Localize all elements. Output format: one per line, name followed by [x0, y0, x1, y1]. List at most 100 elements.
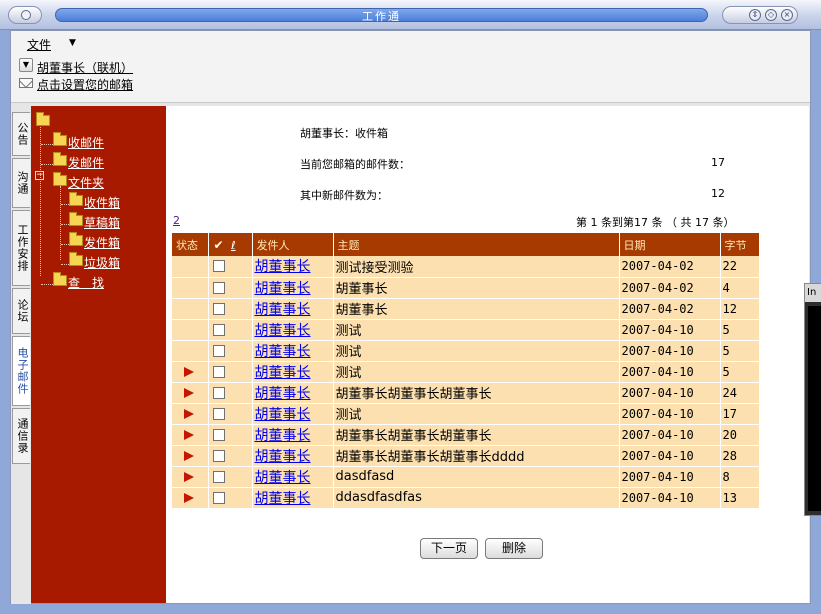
- row-checkbox[interactable]: [212, 491, 225, 504]
- sender-cell[interactable]: 胡董事长: [252, 382, 334, 404]
- subject-cell[interactable]: 测试: [333, 319, 620, 341]
- close-icon[interactable]: ×: [781, 9, 793, 21]
- subject-cell[interactable]: 胡董事长: [333, 277, 620, 299]
- shade-icon[interactable]: ⇕: [749, 9, 761, 21]
- sender-cell[interactable]: 胡董事长: [252, 424, 334, 446]
- menu-bar: 文件 ▼ ▼ 胡董事长（联机） 点击设置您的邮箱: [11, 31, 810, 103]
- tree-label[interactable]: 收邮件: [68, 134, 104, 151]
- tree-label[interactable]: 文件夹: [68, 174, 104, 191]
- sender-cell[interactable]: 胡董事长: [252, 487, 334, 509]
- tab-contacts[interactable]: 通信录: [12, 408, 30, 464]
- tab-forum[interactable]: 论坛: [12, 288, 30, 334]
- next-page-button[interactable]: 下一页: [420, 538, 478, 559]
- tree-label[interactable]: 草稿箱: [84, 214, 120, 231]
- table-row[interactable]: 胡董事长 测试 2007-04-10 5: [172, 340, 760, 362]
- status-cell: [172, 256, 209, 278]
- table-row[interactable]: 胡董事长 测试 2007-04-10 5: [172, 319, 760, 341]
- date-cell: 2007-04-10: [619, 403, 721, 425]
- folder-icon: [53, 272, 67, 286]
- tree-line: [61, 204, 69, 205]
- subject-cell[interactable]: 胡董事长: [333, 298, 620, 320]
- mail-count-value: 17: [711, 156, 725, 169]
- tab-work-schedule[interactable]: 工作安排: [12, 210, 30, 286]
- date-cell: 2007-04-10: [619, 445, 721, 467]
- table-row[interactable]: 胡董事长 dasdfasd 2007-04-10 8: [172, 466, 760, 488]
- background-window-title[interactable]: In: [805, 284, 821, 302]
- subject-cell[interactable]: 测试接受测验: [333, 256, 620, 278]
- sender-cell[interactable]: 胡董事长: [252, 319, 334, 341]
- window-menu-button[interactable]: [8, 6, 42, 24]
- tree-label[interactable]: 垃圾箱: [84, 254, 120, 271]
- subject-cell[interactable]: 测试: [333, 340, 620, 362]
- subject-cell[interactable]: 测试: [333, 361, 620, 383]
- table-row[interactable]: 胡董事长 测试 2007-04-10 17: [172, 403, 760, 425]
- column-date[interactable]: 日期: [619, 233, 721, 256]
- mailbox-title: 胡董事长：收件箱: [300, 127, 388, 140]
- row-checkbox[interactable]: [212, 449, 225, 462]
- row-checkbox[interactable]: [212, 386, 225, 399]
- row-checkbox[interactable]: [212, 323, 225, 336]
- row-checkbox[interactable]: [212, 365, 225, 378]
- user-name[interactable]: 胡董事长（联机）: [37, 59, 133, 76]
- subject-cell[interactable]: 胡董事长胡董事长胡董事长: [333, 424, 620, 446]
- row-checkbox[interactable]: [212, 302, 225, 315]
- tab-communication[interactable]: 沟通: [12, 158, 30, 208]
- sender-cell[interactable]: 胡董事长: [252, 403, 334, 425]
- row-checkbox[interactable]: [212, 260, 225, 273]
- tab-email[interactable]: 电子邮件: [12, 336, 30, 406]
- maximize-icon[interactable]: ◇: [765, 9, 777, 21]
- table-row[interactable]: 胡董事长 胡董事长胡董事长胡董事长 2007-04-10 24: [172, 382, 760, 404]
- subject-cell[interactable]: 胡董事长胡董事长胡董事长dddd: [333, 445, 620, 467]
- size-cell: 22: [720, 256, 760, 278]
- dropdown-icon[interactable]: ▼: [19, 58, 33, 72]
- table-row[interactable]: 胡董事长 胡董事长 2007-04-02 4: [172, 277, 760, 299]
- mail-setup-link[interactable]: 点击设置您的邮箱: [37, 76, 133, 93]
- collapse-icon[interactable]: −: [35, 171, 44, 180]
- tree-label[interactable]: 查 找: [68, 274, 104, 291]
- chevron-down-icon[interactable]: ▼: [69, 38, 76, 48]
- column-size[interactable]: 字节: [720, 233, 760, 256]
- table-row[interactable]: 胡董事长 测试接受测验 2007-04-02 22: [172, 256, 760, 278]
- column-sender[interactable]: 发件人: [252, 233, 334, 256]
- subject-cell[interactable]: dasdfasd: [333, 466, 620, 488]
- folder-icon: [36, 112, 50, 126]
- sender-cell[interactable]: 胡董事长: [252, 298, 334, 320]
- tree-line: [40, 124, 41, 276]
- table-row[interactable]: 胡董事长 胡董事长胡董事长胡董事长dddd 2007-04-10 28: [172, 445, 760, 467]
- date-cell: 2007-04-10: [619, 382, 721, 404]
- page-link[interactable]: 2: [173, 214, 180, 227]
- sender-cell[interactable]: 胡董事长: [252, 466, 334, 488]
- subject-cell[interactable]: 胡董事长胡董事长胡董事长: [333, 382, 620, 404]
- table-row[interactable]: 胡董事长 测试 2007-04-10 5: [172, 361, 760, 383]
- delete-button[interactable]: 删除: [485, 538, 543, 559]
- date-cell: 2007-04-10: [619, 487, 721, 509]
- tree-line: [61, 224, 69, 225]
- row-checkbox[interactable]: [212, 281, 225, 294]
- file-menu[interactable]: 文件: [27, 36, 51, 53]
- tree-label[interactable]: 发件箱: [84, 234, 120, 251]
- row-checkbox[interactable]: [212, 407, 225, 420]
- circle-icon: [21, 10, 31, 20]
- select-cell: [208, 319, 253, 341]
- sender-cell[interactable]: 胡董事长: [252, 361, 334, 383]
- column-subject[interactable]: 主题: [333, 233, 620, 256]
- window-title: 工作通: [362, 10, 401, 23]
- tab-announcement[interactable]: 公告: [12, 112, 30, 156]
- sender-cell[interactable]: 胡董事长: [252, 340, 334, 362]
- tree-label[interactable]: 发邮件: [68, 154, 104, 171]
- subject-cell[interactable]: 测试: [333, 403, 620, 425]
- tree-label[interactable]: 收件箱: [84, 194, 120, 211]
- check-icon[interactable]: ✔: [214, 238, 224, 252]
- table-row[interactable]: 胡董事长 ddasdfasdfas 2007-04-10 13: [172, 487, 760, 509]
- subject-cell[interactable]: ddasdfasdfas: [333, 487, 620, 509]
- select-cell: [208, 277, 253, 299]
- row-checkbox[interactable]: [212, 470, 225, 483]
- sender-cell[interactable]: 胡董事长: [252, 445, 334, 467]
- flag-icon: [184, 471, 194, 482]
- sender-cell[interactable]: 胡董事长: [252, 277, 334, 299]
- table-row[interactable]: 胡董事长 胡董事长 2007-04-02 12: [172, 298, 760, 320]
- row-checkbox[interactable]: [212, 428, 225, 441]
- table-row[interactable]: 胡董事长 胡董事长胡董事长胡董事长 2007-04-10 20: [172, 424, 760, 446]
- sender-cell[interactable]: 胡董事长: [252, 256, 334, 278]
- row-checkbox[interactable]: [212, 344, 225, 357]
